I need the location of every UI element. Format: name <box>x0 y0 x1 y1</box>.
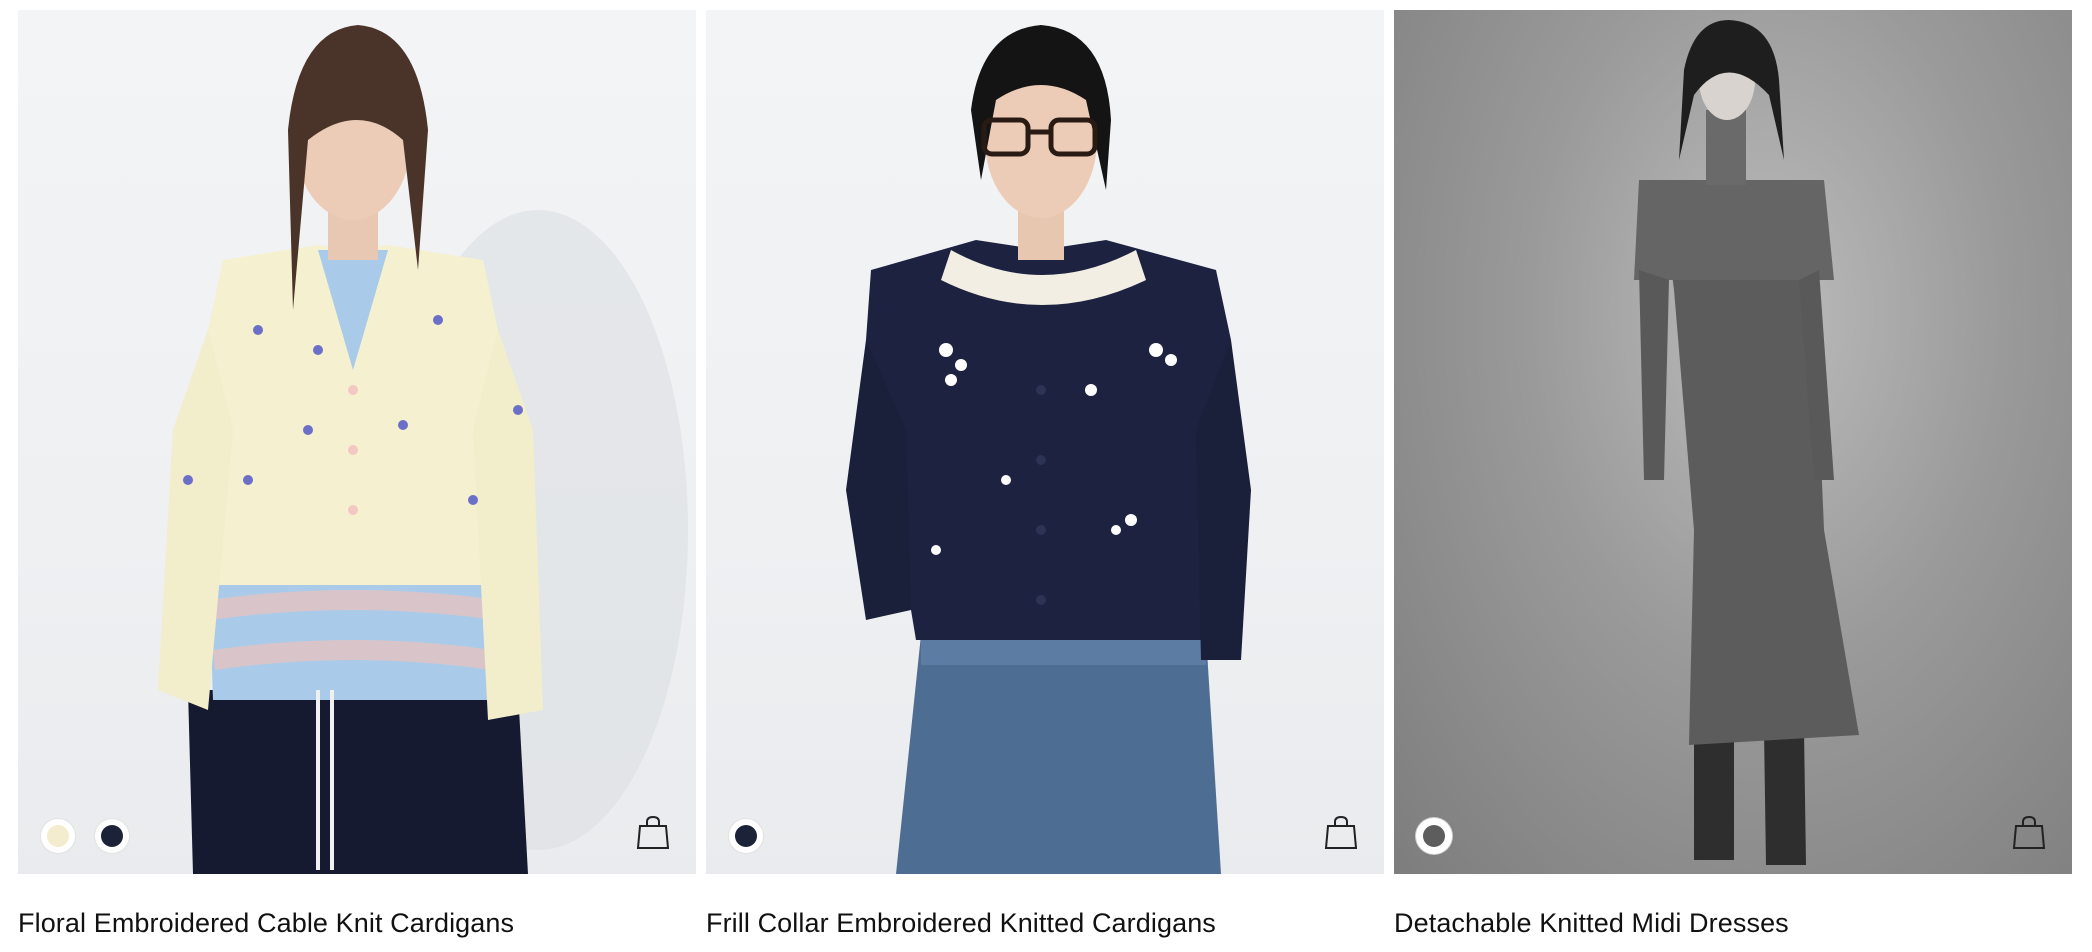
product-title[interactable]: Detachable Knitted Midi Dresses <box>1394 908 2072 939</box>
shopping-bag-icon[interactable] <box>634 814 672 852</box>
product-title[interactable]: Frill Collar Embroidered Knitted Cardiga… <box>706 908 1384 939</box>
product-image[interactable] <box>706 10 1384 874</box>
product-photo <box>158 25 688 874</box>
product-image[interactable] <box>18 10 696 874</box>
color-swatches <box>1416 818 1452 854</box>
navy-cardigan-thumbnail-icon[interactable] <box>94 818 130 854</box>
shopping-bag-icon[interactable] <box>2010 814 2048 852</box>
color-swatches <box>40 818 130 854</box>
product-photo <box>846 25 1251 874</box>
navy-cardigan-thumbnail-icon[interactable] <box>728 818 764 854</box>
product-title[interactable]: Floral Embroidered Cable Knit Cardigans <box>18 908 696 939</box>
shopping-bag-icon[interactable] <box>1322 814 1360 852</box>
product-grid: Floral Embroidered Cable Knit Cardigans <box>18 10 2072 952</box>
cream-cardigan-thumbnail-icon[interactable] <box>40 818 76 854</box>
color-swatches <box>728 818 764 854</box>
gray-dress-thumbnail-icon[interactable] <box>1416 818 1452 854</box>
product-card[interactable]: Floral Embroidered Cable Knit Cardigans <box>18 10 696 952</box>
product-card[interactable]: Detachable Knitted Midi Dresses <box>1394 10 2072 952</box>
product-photo <box>1634 20 1859 865</box>
product-card[interactable]: Frill Collar Embroidered Knitted Cardiga… <box>706 10 1384 952</box>
product-image[interactable] <box>1394 10 2072 874</box>
